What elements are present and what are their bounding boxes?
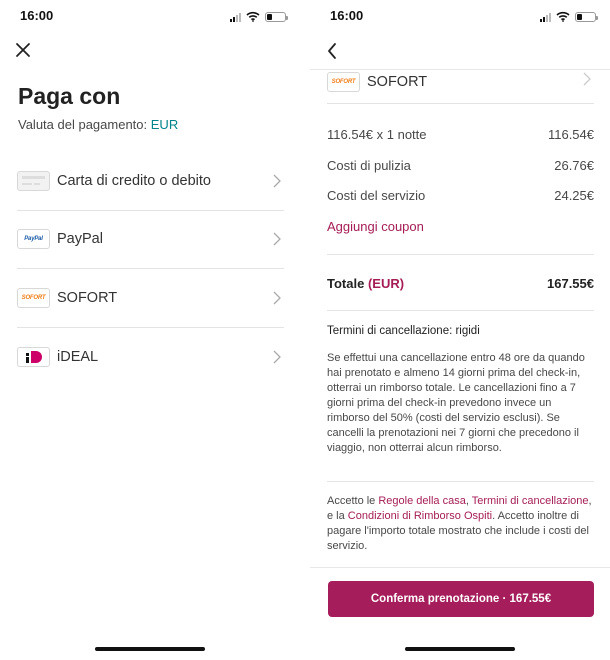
chevron-right-icon (583, 72, 591, 85)
price-label: Costi del servizio (327, 188, 426, 203)
payment-method-label: SOFORT (367, 73, 428, 90)
total-value: 167.55€ (547, 276, 594, 291)
confirm-booking-button[interactable]: Conferma prenotazione · 167.55€ (328, 581, 594, 617)
status-bar: 16:00 (0, 8, 300, 26)
sofort-logo-text: SOFORT (331, 78, 356, 85)
total-label: Totale (327, 276, 365, 291)
wifi-icon (246, 11, 260, 22)
payment-method-label: PayPal (57, 231, 103, 248)
screen-divider (300, 0, 310, 660)
sofort-logo-text: SOFORT (21, 294, 46, 301)
price-value: 24.25€ (554, 188, 594, 203)
guest-refund-policy-link[interactable]: Condizioni di Rimborso Ospiti (348, 510, 492, 522)
header-divider (310, 69, 610, 70)
price-label: 116.54€ x 1 notte (327, 127, 427, 142)
status-bar: 16:00 (310, 8, 610, 26)
paypal-logo: PayPal (17, 229, 50, 250)
booking-summary-screen: 16:00 SOFORT SOFORT 116.54€ x 1 notte 11… (310, 0, 610, 660)
home-indicator[interactable] (405, 647, 515, 651)
cellular-signal-icon (540, 12, 551, 22)
price-label: Costi di pulizia (327, 158, 411, 173)
credit-card-icon (17, 170, 50, 191)
sofort-logo: SOFORT (327, 71, 360, 92)
paypal-logo-text: PayPal (24, 236, 43, 243)
price-row-cleaning: Costi di pulizia 26.76€ (327, 158, 594, 173)
ideal-logo (17, 346, 50, 367)
cancellation-policy-text: Se effettui una cancellazione entro 48 o… (327, 352, 585, 454)
back-arrow-icon[interactable] (326, 42, 338, 60)
payment-method-screen: 16:00 Paga con Valuta del pagamento: EUR (0, 0, 300, 660)
payment-method-paypal[interactable]: PayPal PayPal (17, 211, 284, 269)
house-rules-link[interactable]: Regole della casa (378, 495, 465, 507)
status-time: 16:00 (330, 8, 364, 23)
home-indicator[interactable] (95, 647, 205, 651)
currency-label: Valuta del pagamento: (18, 117, 148, 132)
page-title: Paga con (18, 83, 121, 109)
add-coupon-link[interactable]: Aggiungi coupon (327, 219, 424, 234)
payment-method-list: Carta di credito o debito PayPal PayPal … (17, 152, 284, 386)
footer-divider (310, 567, 610, 568)
price-value: 26.76€ (554, 158, 594, 173)
battery-icon (265, 11, 288, 22)
cellular-signal-icon (230, 12, 241, 22)
payment-method-sofort[interactable]: SOFORT SOFORT (17, 269, 284, 328)
payment-method-label: SOFORT (57, 289, 118, 306)
total-row: Totale (EUR) 167.55€ (327, 276, 594, 291)
cancellation-policy-title: Termini di cancellazione: rigidi (327, 325, 480, 337)
chevron-right-icon (273, 291, 281, 305)
sofort-logo: SOFORT (17, 287, 50, 308)
price-row-service: Costi del servizio 24.25€ (327, 188, 594, 203)
chevron-right-icon (273, 232, 281, 246)
battery-icon (575, 11, 598, 22)
divider (327, 481, 594, 482)
status-time: 16:00 (20, 8, 54, 23)
payment-method-label: iDEAL (57, 348, 99, 365)
chevron-right-icon (273, 174, 281, 188)
total-currency[interactable]: (EUR) (368, 276, 404, 291)
terms-agreement: Accetto le Regole della casa, Termini di… (327, 494, 596, 554)
payment-method-ideal[interactable]: iDEAL (17, 328, 284, 387)
chevron-right-icon (273, 350, 281, 364)
payment-method-card[interactable]: Carta di credito o debito (17, 152, 284, 211)
payment-method-label: Carta di credito o debito (57, 172, 211, 189)
close-icon[interactable] (14, 41, 32, 59)
payment-currency: Valuta del pagamento: EUR (18, 117, 178, 132)
cancellation-terms-link[interactable]: Termini di cancellazione (472, 495, 589, 507)
price-value: 116.54€ (547, 127, 594, 142)
terms-text: Accetto le (327, 495, 379, 507)
price-row-nights: 116.54€ x 1 notte 116.54€ (327, 127, 594, 142)
selected-payment-method[interactable]: SOFORT SOFORT (327, 60, 594, 104)
divider (327, 254, 594, 255)
divider (327, 310, 594, 311)
currency-value[interactable]: EUR (151, 117, 178, 132)
wifi-icon (556, 11, 570, 22)
